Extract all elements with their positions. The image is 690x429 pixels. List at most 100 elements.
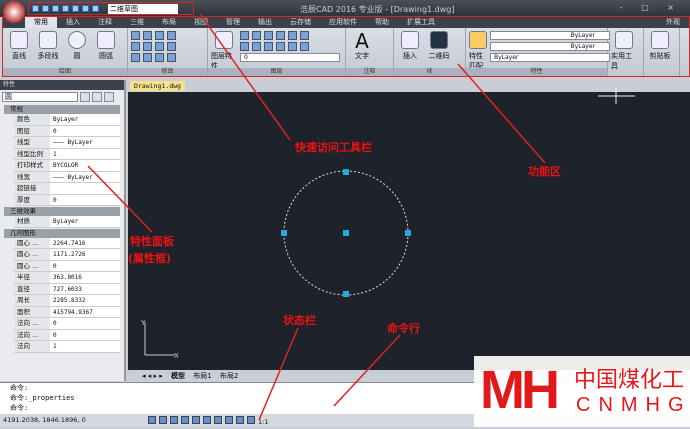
- watermark-cn: 中国煤化工: [574, 368, 685, 393]
- snap-icon[interactable]: [148, 416, 156, 424]
- text-tool[interactable]: A 文字: [349, 31, 375, 61]
- tab-annotate[interactable]: 注释: [89, 17, 121, 28]
- property-label: 面积: [14, 306, 50, 317]
- quick-select-icon[interactable]: [104, 92, 114, 102]
- property-value[interactable]: 1: [50, 148, 120, 159]
- line-tool[interactable]: 直线: [6, 31, 32, 61]
- layout-nav-arrows[interactable]: ◂ ◂ ▸ ▸: [142, 372, 163, 380]
- insert-tool[interactable]: 插入: [397, 31, 423, 61]
- property-row: 周长 2285.8332: [14, 295, 120, 307]
- property-row: 厚度 0: [14, 194, 120, 206]
- match-properties-tool[interactable]: 特性匹配: [469, 31, 487, 71]
- property-label: 超链接: [14, 183, 50, 194]
- property-label: 圆心 ...: [14, 237, 50, 248]
- properties-panel-label: 特性: [466, 68, 607, 76]
- utilities-tool[interactable]: 实用工具: [611, 31, 637, 71]
- tab-extensions[interactable]: 扩展工具: [398, 17, 444, 28]
- property-label: 周长: [14, 295, 50, 306]
- property-value[interactable]: 1171.2726: [50, 249, 120, 260]
- window-controls[interactable]: - □ ×: [620, 3, 682, 12]
- undo-icon[interactable]: [82, 5, 89, 12]
- polar-icon[interactable]: [181, 416, 189, 424]
- property-row: 打印样式 BYCOLOR: [14, 160, 120, 172]
- property-label: 线型比例: [14, 148, 50, 159]
- qp-icon[interactable]: [247, 416, 255, 424]
- property-value[interactable]: BYCOLOR: [50, 160, 120, 171]
- properties-panel: 特性 圆 常规 颜色 ByLayer 图层 0 线型 ——— ByLayer 线型比例 1 打印样…: [0, 80, 126, 381]
- property-value[interactable]: ByLayer: [50, 216, 120, 227]
- tab-insert[interactable]: 插入: [57, 17, 89, 28]
- print-icon[interactable]: [72, 5, 79, 12]
- property-value[interactable]: 0: [50, 125, 120, 136]
- layer-tools[interactable]: [240, 31, 340, 51]
- property-value[interactable]: 2285.8332: [50, 295, 120, 306]
- property-value[interactable]: 0: [50, 329, 120, 340]
- arc-tool[interactable]: 圆弧: [93, 31, 119, 61]
- insert-label: 插入: [403, 52, 417, 60]
- property-row: 半径 363.8016: [14, 272, 120, 284]
- grid-icon[interactable]: [159, 416, 167, 424]
- property-value[interactable]: 727.6033: [50, 283, 120, 294]
- linetype-combo[interactable]: ByLayer: [490, 31, 610, 40]
- otrack-icon[interactable]: [203, 416, 211, 424]
- coordinates-readout: 4191.2038, 1846.1896, 0: [3, 416, 86, 424]
- object-type-select[interactable]: 圆: [2, 92, 78, 102]
- property-section-header[interactable]: 几何图形: [4, 228, 120, 238]
- tab-output[interactable]: 输出: [249, 17, 281, 28]
- tab-manage[interactable]: 管理: [217, 17, 249, 28]
- polyline-tool[interactable]: 多段线: [35, 31, 61, 61]
- save-icon[interactable]: [52, 5, 59, 12]
- property-section-header[interactable]: 三维效果: [4, 207, 120, 216]
- appearance-menu[interactable]: 外观: [657, 17, 689, 28]
- line-label: 直线: [12, 52, 26, 60]
- qrcode-tool[interactable]: 二维码: [426, 31, 452, 61]
- tab-model[interactable]: 模型: [171, 372, 185, 380]
- property-section-header[interactable]: 常规: [4, 105, 120, 114]
- tab-apps[interactable]: 应用软件: [320, 17, 366, 28]
- workspace-select[interactable]: 二维草图: [108, 3, 178, 14]
- application-menu-button[interactable]: [3, 1, 25, 23]
- property-value[interactable]: 0: [50, 260, 120, 271]
- property-value[interactable]: 0: [50, 318, 120, 329]
- layer-combo[interactable]: 0: [240, 53, 340, 62]
- lineweight-combo[interactable]: ByLayer: [490, 42, 610, 51]
- property-value[interactable]: 2264.7416: [50, 237, 120, 248]
- property-value[interactable]: 0: [50, 194, 120, 205]
- dyn-icon[interactable]: [236, 416, 244, 424]
- property-value[interactable]: 363.8016: [50, 272, 120, 283]
- annotation-scale[interactable]: 1:1: [258, 416, 268, 429]
- draw-panel: 直线 多段线 圆 圆弧 绘图: [3, 28, 128, 76]
- property-value[interactable]: ——— ByLayer: [50, 171, 120, 182]
- layer-properties-tool[interactable]: 图层特性: [211, 31, 237, 71]
- properties-annotation-sub: (属性框): [128, 252, 172, 265]
- new-icon[interactable]: [32, 5, 39, 12]
- tab-layout2[interactable]: 布局2: [220, 372, 238, 380]
- property-value[interactable]: ByLayer: [50, 114, 120, 125]
- modify-tools[interactable]: [131, 31, 177, 62]
- save-as-icon[interactable]: [62, 5, 69, 12]
- property-value[interactable]: 415794.9367: [50, 306, 120, 317]
- tab-3d[interactable]: 三维: [121, 17, 153, 28]
- tab-home[interactable]: 常用: [25, 17, 57, 28]
- circle-tool[interactable]: 圆: [64, 31, 90, 61]
- model-icon[interactable]: [225, 416, 233, 424]
- tab-help[interactable]: 帮助: [366, 17, 398, 28]
- redo-icon[interactable]: [92, 5, 99, 12]
- clipboard-tool[interactable]: 剪贴板: [647, 31, 673, 61]
- ortho-icon[interactable]: [170, 416, 178, 424]
- tab-layout[interactable]: 布局: [153, 17, 185, 28]
- property-label: 颜色: [14, 114, 50, 125]
- document-tab[interactable]: Drawing1.dwg: [130, 81, 185, 91]
- property-value[interactable]: ——— ByLayer: [50, 137, 120, 148]
- open-icon[interactable]: [42, 5, 49, 12]
- tab-layout1[interactable]: 布局1: [193, 372, 211, 380]
- property-value[interactable]: 1: [50, 341, 120, 352]
- property-value[interactable]: [50, 183, 120, 194]
- select-objects-icon[interactable]: [92, 92, 102, 102]
- color-combo[interactable]: ByLayer: [490, 53, 610, 62]
- lineweight-icon[interactable]: [214, 416, 222, 424]
- toggle-pickadd-icon[interactable]: [80, 92, 90, 102]
- osnap-icon[interactable]: [192, 416, 200, 424]
- tab-view[interactable]: 视图: [185, 17, 217, 28]
- tab-cloud[interactable]: 云存储: [281, 17, 320, 28]
